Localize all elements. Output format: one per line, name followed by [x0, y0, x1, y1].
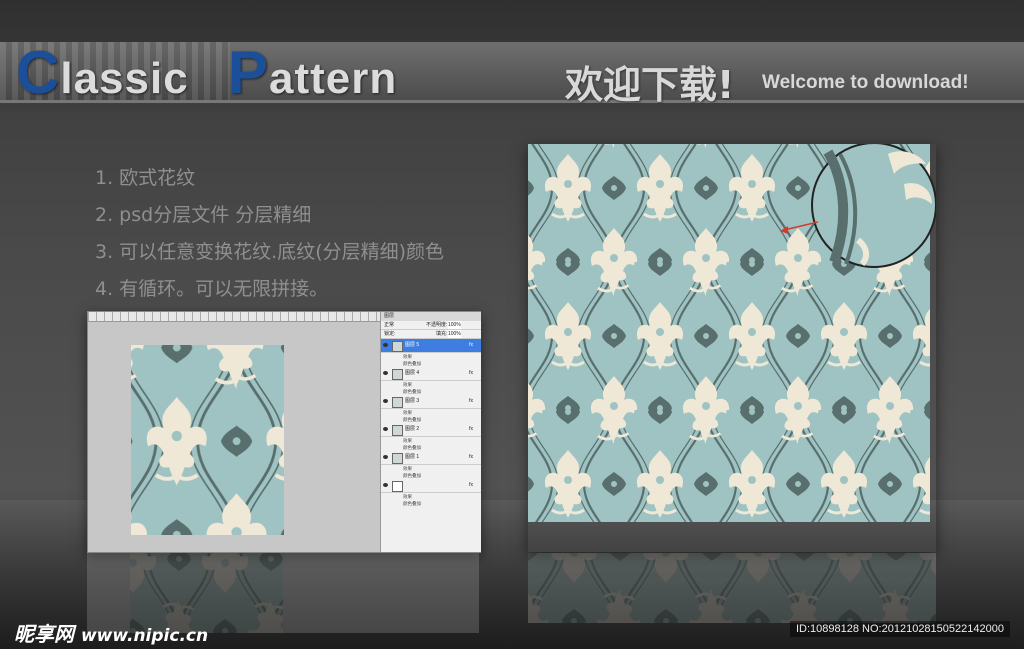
- layer-color-overlay: 颜色叠加: [403, 361, 421, 366]
- feature-item: 3. 可以任意变换花纹.底纹(分层精细)颜色: [95, 241, 445, 263]
- eye-icon[interactable]: [383, 455, 388, 459]
- eye-icon[interactable]: [383, 483, 388, 487]
- layer-color-overlay: 颜色叠加: [403, 473, 421, 478]
- layer-color-overlay: 颜色叠加: [403, 389, 421, 394]
- fx-icon[interactable]: fx: [469, 451, 473, 464]
- blend-row: 正常 不透明度: 100%: [381, 321, 481, 330]
- layer-row[interactable]: 图层 4 fx: [381, 367, 481, 381]
- opacity-input[interactable]: 100%: [448, 321, 461, 329]
- welcome-english: Welcome to download!: [762, 72, 969, 93]
- fill-input[interactable]: 100%: [448, 330, 461, 338]
- layer-effects: 效果: [403, 438, 412, 443]
- image-id-text: ID:10898128 NO:20121028150522142000: [790, 621, 1010, 637]
- lock-label: 锁定:: [384, 331, 396, 337]
- layer-effects: 效果: [403, 494, 412, 499]
- layer-color-overlay: 颜色叠加: [403, 445, 421, 450]
- fx-icon[interactable]: fx: [469, 395, 473, 408]
- layer-row[interactable]: 图层 2 fx: [381, 423, 481, 437]
- fill-label: 填充:: [436, 331, 448, 337]
- watermark-url: www.nipic.cn: [80, 626, 209, 646]
- layer-row[interactable]: 图层 1 fx: [381, 451, 481, 465]
- layer-effects: 效果: [403, 466, 412, 471]
- layer-thumbnail: [392, 453, 403, 464]
- layer-name: 图层 2: [405, 426, 420, 432]
- title-c-initial: C: [16, 39, 61, 106]
- photoshop-screenshot: 图层 正常 不透明度: 100% 锁定: 填充: 100% 图层 5 fx 效果…: [87, 311, 481, 553]
- fx-icon[interactable]: fx: [469, 423, 473, 436]
- watermark-logo: 昵享网 www.nipic.cn: [14, 618, 208, 647]
- canvas-pattern-image: [131, 345, 284, 535]
- fx-icon[interactable]: fx: [469, 367, 473, 380]
- ruler: [88, 312, 380, 322]
- title-p-initial: P: [228, 39, 270, 106]
- feature-item: 2. psd分层文件 分层精细: [95, 204, 312, 226]
- title-classic: Classic: [16, 38, 189, 107]
- layer-thumbnail: [392, 341, 403, 352]
- layer-effects: 效果: [403, 382, 412, 387]
- layer-name: 图层 3: [405, 398, 420, 404]
- layer-row[interactable]: 图层 5 fx: [381, 339, 481, 353]
- pattern-canvas: [131, 345, 284, 535]
- pattern-preview: [528, 144, 936, 552]
- fx-icon[interactable]: fx: [469, 339, 473, 352]
- opacity-label: 不透明度:: [426, 322, 448, 328]
- magnifier-icon: [811, 144, 936, 268]
- eye-icon[interactable]: [383, 427, 388, 431]
- layer-effects: 效果: [403, 354, 412, 359]
- eye-icon[interactable]: [383, 343, 388, 347]
- blend-mode-select[interactable]: 正常: [384, 322, 394, 328]
- watermark-site: 昵享网: [14, 622, 74, 646]
- eye-icon[interactable]: [383, 371, 388, 375]
- layers-tab[interactable]: 图层: [381, 312, 481, 321]
- pattern-preview-image: [528, 144, 936, 522]
- layer-name: 图层 4: [405, 370, 420, 376]
- layer-color-overlay: 颜色叠加: [403, 417, 421, 422]
- layer-thumbnail: [392, 369, 403, 380]
- lock-row: 锁定: 填充: 100%: [381, 330, 481, 339]
- layer-name: 图层 5: [405, 342, 420, 348]
- layers-panel: 图层 正常 不透明度: 100% 锁定: 填充: 100% 图层 5 fx 效果…: [380, 312, 481, 552]
- welcome-chinese: 欢迎下载!: [565, 63, 735, 107]
- layer-row[interactable]: fx: [381, 479, 481, 493]
- feature-list: 1. 欧式花纹 2. psd分层文件 分层精细 3. 可以任意变换花纹.底纹(分…: [95, 160, 444, 308]
- layer-color-overlay: 颜色叠加: [403, 501, 421, 506]
- layer-thumbnail: [392, 481, 403, 492]
- title-pattern-rest: attern: [269, 54, 398, 103]
- title-pattern: Pattern: [228, 38, 397, 107]
- layer-row[interactable]: 图层 3 fx: [381, 395, 481, 409]
- fx-icon[interactable]: fx: [469, 479, 473, 492]
- feature-item: 4. 有循环。可以无限拼接。: [95, 278, 329, 300]
- eye-icon[interactable]: [383, 399, 388, 403]
- layer-effects: 效果: [403, 410, 412, 415]
- feature-item: 1. 欧式花纹: [95, 167, 196, 189]
- layer-name: 图层 1: [405, 454, 420, 460]
- layer-thumbnail: [392, 425, 403, 436]
- pattern-reflection: [528, 553, 936, 623]
- title-classic-rest: lassic: [60, 54, 189, 103]
- layer-thumbnail: [392, 397, 403, 408]
